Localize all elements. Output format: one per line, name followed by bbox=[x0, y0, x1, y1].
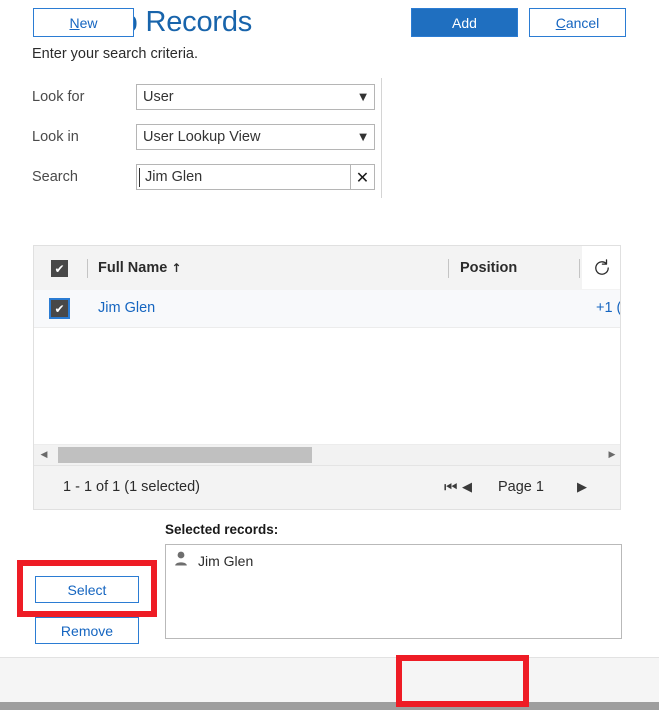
horizontal-scrollbar[interactable]: ◀ ▶ bbox=[34, 444, 620, 465]
selected-records-list[interactable]: Jim Glen bbox=[165, 544, 622, 639]
cell-phone: +1 (4 bbox=[596, 300, 621, 316]
column-header-position[interactable]: Position bbox=[460, 246, 517, 290]
grid-body: ✔ Jim Glen +1 (4 bbox=[34, 290, 621, 464]
window-bottom-strip bbox=[0, 702, 659, 710]
check-icon: ✔ bbox=[54, 261, 65, 276]
column-header-label: Full Name bbox=[98, 260, 168, 276]
previous-page-icon[interactable]: ◀ bbox=[462, 466, 472, 509]
new-button-label: ew bbox=[79, 14, 98, 31]
check-icon: ✔ bbox=[54, 301, 65, 316]
select-all-checkbox[interactable]: ✔ bbox=[51, 260, 68, 277]
chevron-down-icon: ▼ bbox=[359, 92, 367, 103]
dialog-subtitle: Enter your search criteria. bbox=[32, 46, 199, 62]
sort-ascending-icon: ↑ bbox=[171, 261, 182, 275]
first-page-icon[interactable]: ⏮ bbox=[444, 466, 458, 509]
cell-full-name[interactable]: Jim Glen bbox=[98, 290, 155, 327]
column-divider bbox=[87, 259, 88, 278]
scrollbar-thumb[interactable] bbox=[58, 447, 312, 463]
clear-search-icon[interactable]: ✕ bbox=[350, 165, 374, 189]
refresh-icon[interactable] bbox=[582, 246, 620, 289]
grid-header-row: ✔ Full Name ↑ Position I bbox=[34, 246, 620, 291]
selected-records-label: Selected records: bbox=[165, 522, 279, 537]
row-select-checkbox[interactable]: ✔ bbox=[49, 298, 70, 319]
dialog-footer bbox=[0, 657, 659, 703]
cancel-button-label: ancel bbox=[565, 14, 600, 31]
results-grid: ✔ Full Name ↑ Position I ✔ Jim Glen bbox=[33, 245, 621, 510]
remove-button[interactable]: Remove bbox=[35, 617, 139, 644]
criteria-divider bbox=[381, 78, 382, 198]
column-header-full-name[interactable]: Full Name ↑ bbox=[98, 246, 181, 290]
search-label: Search bbox=[32, 169, 78, 185]
grid-pager: 1 - 1 of 1 (1 selected) ⏮ ◀ Page 1 ▶ bbox=[34, 465, 620, 509]
scroll-right-icon[interactable]: ▶ bbox=[602, 445, 620, 465]
column-divider bbox=[579, 259, 580, 278]
look-in-value: User Lookup View bbox=[143, 129, 261, 145]
look-for-label: Look for bbox=[32, 89, 85, 105]
look-for-select[interactable]: User ▼ bbox=[136, 84, 375, 110]
add-button[interactable]: Add bbox=[411, 8, 518, 37]
cancel-button-accel: C bbox=[555, 14, 566, 31]
look-in-select[interactable]: User Lookup View ▼ bbox=[136, 124, 375, 150]
new-button[interactable]: New bbox=[33, 8, 134, 37]
person-icon bbox=[174, 551, 188, 571]
look-in-label: Look in bbox=[32, 129, 79, 145]
search-criteria-form: Look for User ▼ Look in User Lookup View… bbox=[0, 78, 659, 200]
new-button-accel: N bbox=[69, 14, 80, 31]
table-row[interactable]: ✔ Jim Glen +1 (4 bbox=[34, 290, 621, 328]
select-button[interactable]: Select bbox=[35, 576, 139, 603]
column-divider bbox=[448, 259, 449, 278]
text-caret bbox=[139, 168, 140, 187]
search-input-wrapper[interactable]: Jim Glen ✕ bbox=[136, 164, 375, 190]
column-header-label: Position bbox=[460, 260, 518, 276]
chevron-down-icon: ▼ bbox=[359, 132, 367, 143]
search-input[interactable]: Jim Glen bbox=[145, 165, 348, 190]
page-number-label: Page 1 bbox=[498, 479, 544, 495]
record-count-label: 1 - 1 of 1 (1 selected) bbox=[63, 479, 201, 495]
scroll-left-icon[interactable]: ◀ bbox=[34, 445, 54, 465]
cancel-button[interactable]: Cancel bbox=[529, 8, 626, 37]
list-item-label: Jim Glen bbox=[198, 553, 254, 569]
next-page-icon[interactable]: ▶ bbox=[577, 466, 587, 509]
list-item[interactable]: Jim Glen bbox=[174, 551, 253, 571]
look-for-value: User bbox=[143, 89, 174, 105]
